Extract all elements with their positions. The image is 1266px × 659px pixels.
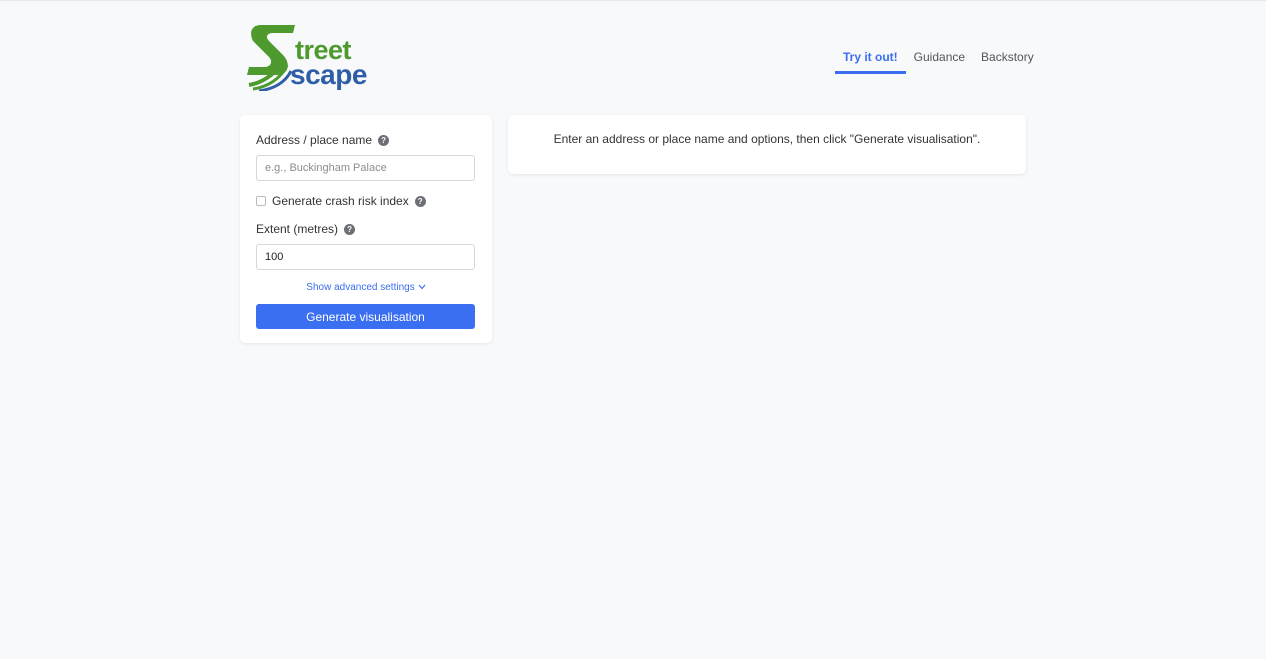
advanced-settings-label: Show advanced settings bbox=[306, 282, 415, 293]
address-label-row: Address / place name ? bbox=[256, 133, 476, 147]
logo-word-scape: scape bbox=[290, 59, 367, 90]
page: treet scape Try it out! Guidance Backsto… bbox=[0, 0, 1266, 659]
top-nav: Try it out! Guidance Backstory bbox=[835, 47, 1042, 74]
tab-try-it-out[interactable]: Try it out! bbox=[835, 47, 906, 74]
streetscape-logo[interactable]: treet scape bbox=[247, 23, 367, 91]
extent-label-row: Extent (metres) ? bbox=[256, 222, 476, 236]
form-card: Address / place name ? Generate crash ri… bbox=[240, 115, 492, 343]
extent-input[interactable] bbox=[256, 244, 475, 270]
extent-label: Extent (metres) bbox=[256, 222, 339, 236]
crash-risk-label[interactable]: Generate crash risk index bbox=[272, 194, 409, 208]
address-input[interactable] bbox=[256, 155, 475, 181]
generate-visualisation-button[interactable]: Generate visualisation bbox=[256, 304, 475, 329]
address-label: Address / place name bbox=[256, 133, 373, 147]
instructions-message: Enter an address or place name and optio… bbox=[553, 132, 981, 146]
show-advanced-settings-toggle[interactable]: Show advanced settings bbox=[256, 282, 476, 293]
crash-risk-help-icon[interactable]: ? bbox=[414, 195, 426, 207]
chevron-down-icon bbox=[418, 282, 426, 293]
crash-risk-row: Generate crash risk index ? bbox=[256, 194, 476, 208]
tab-guidance[interactable]: Guidance bbox=[906, 47, 973, 74]
crash-risk-checkbox[interactable] bbox=[256, 196, 266, 206]
tab-backstory[interactable]: Backstory bbox=[973, 47, 1042, 74]
extent-help-icon[interactable]: ? bbox=[344, 223, 356, 235]
results-panel: Enter an address or place name and optio… bbox=[508, 115, 1026, 174]
address-help-icon[interactable]: ? bbox=[378, 134, 390, 146]
